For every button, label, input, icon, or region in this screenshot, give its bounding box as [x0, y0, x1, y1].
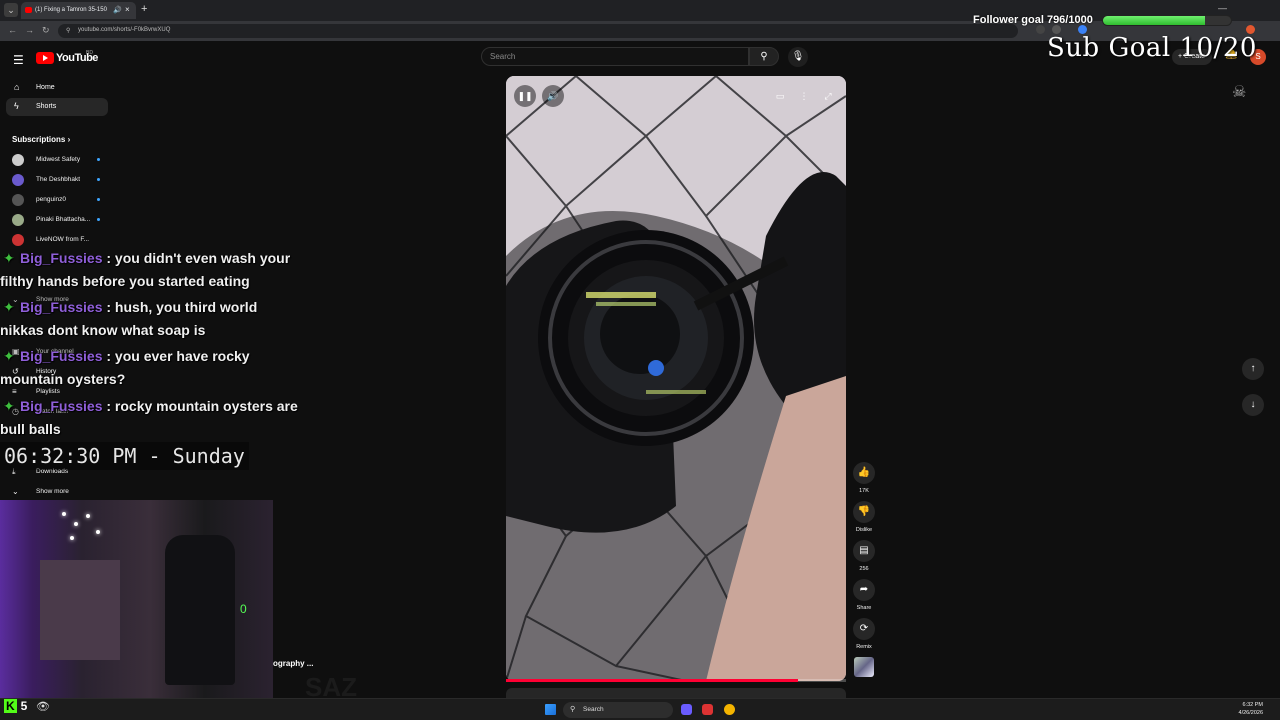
shorts-video-player[interactable]: ❚❚ 🔊 ▭ ⋮ ⤢ [506, 76, 846, 681]
sidebar-item-shorts[interactable]: ϟ Shorts [6, 98, 108, 116]
webcam-feed: 0 [0, 500, 273, 698]
follower-goal-fill [1103, 16, 1205, 25]
browser-tab-active[interactable]: (1) Fixing a Tamron 35-150 🔊 × [21, 2, 136, 19]
back-icon[interactable]: ← [8, 25, 17, 35]
comment-count: 256 [859, 566, 869, 572]
tab-list-button[interactable]: ⌄ [4, 3, 18, 17]
comments-button[interactable]: ▤ 256 [852, 540, 876, 572]
new-tab-button[interactable]: + [141, 3, 147, 15]
viewer-count: K5 [4, 699, 28, 713]
chat-message: ✦ Big_Fussies : you didn't even wash your… [0, 247, 300, 293]
skull-icon: ☠ [1232, 84, 1247, 101]
volume-icon: 🔊 [547, 91, 559, 101]
home-icon: ⌂ [14, 82, 20, 92]
captions-button[interactable]: ▭ [770, 86, 790, 106]
dislike-button[interactable]: 👎 Dislike [852, 501, 876, 533]
follower-goal-text: Follower goal 796/1000 [973, 14, 1093, 26]
stream-clock: 06:32:30 PM - Sunday [0, 442, 249, 470]
video-progress-fill [506, 679, 799, 682]
subscription-item[interactable]: The Deshbhakt [12, 174, 100, 188]
previous-short-button[interactable]: ↑ [1242, 358, 1264, 380]
shorts-icon: ϟ [14, 101, 19, 111]
like-count: 17K [859, 488, 869, 494]
chat-message: ✦ Big_Fussies : you ever have rocky mount… [0, 345, 300, 391]
chrome-icon[interactable] [724, 704, 735, 715]
show-more-you[interactable]: ⌄ Show more [12, 487, 69, 496]
chevron-down-icon: ⌄ [12, 487, 19, 496]
search-button[interactable]: ⚲ [749, 47, 779, 66]
arrow-up-icon: ↑ [1250, 363, 1256, 374]
youtube-logo-icon[interactable] [36, 52, 54, 64]
follower-goal-bar [1102, 15, 1232, 26]
kick-badge-icon: ✦ [3, 250, 15, 266]
pause-icon: ❚❚ [517, 91, 533, 101]
microphone-icon: 🎙 [791, 51, 805, 62]
extension-icon[interactable] [1036, 25, 1045, 34]
minimize-icon[interactable]: — [1218, 3, 1227, 13]
youtube-favicon-icon [25, 7, 32, 13]
share-icon: ➦ [853, 579, 875, 601]
search-icon: ⚲ [760, 51, 768, 62]
menu-icon[interactable]: ☰ [13, 53, 24, 67]
search-input[interactable]: Search [481, 47, 749, 66]
search-icon: ⚲ [570, 706, 576, 713]
kick-badge-icon: ✦ [3, 299, 15, 315]
chat-message: ✦ Big_Fussies : hush, you third world nik… [0, 296, 300, 342]
thumbs-up-icon: 👍 [853, 462, 875, 484]
next-short-preview [506, 688, 846, 698]
sidebar-item-label: Shorts [36, 103, 57, 110]
dislike-label: Dislike [855, 527, 873, 533]
subscription-item[interactable]: penguinz0 [12, 194, 100, 208]
sub-goal-text: Sub Goal 10/20 [1047, 33, 1257, 63]
mute-button[interactable]: 🔊 [542, 85, 564, 107]
chat-message: ✦ Big_Fussies : rocky mountain oysters ar… [0, 395, 300, 441]
captions-icon: ▭ [775, 91, 785, 101]
kick-logo-icon: K [4, 699, 17, 713]
tab-close-icon[interactable]: × [125, 5, 130, 14]
tab-audio-icon[interactable]: 🔊 [113, 6, 122, 14]
sidebar-item-label: Home [36, 84, 55, 91]
app-icon[interactable] [681, 704, 692, 715]
more-vert-icon: ⋮ [799, 91, 809, 101]
share-button[interactable]: ➦ Share [852, 579, 876, 611]
sound-thumbnail[interactable] [854, 657, 874, 677]
windows-start-icon[interactable] [545, 704, 556, 715]
video-progress-bar[interactable] [506, 679, 846, 682]
fullscreen-icon: ⤢ [824, 91, 832, 101]
next-short-button[interactable]: ↓ [1242, 394, 1264, 416]
site-info-icon[interactable]: ⚲ [66, 27, 70, 34]
taskbar-search[interactable]: ⚲ Search [563, 702, 673, 718]
voice-search-button[interactable]: 🎙 [788, 47, 808, 67]
url-text: youtube.com/shorts/-F0kBvrwXUQ [78, 27, 171, 33]
kick-badge-icon: ✦ [3, 348, 15, 364]
eye-icon: 👁 [36, 701, 50, 713]
subscription-item[interactable]: Midwest Safety [12, 154, 100, 168]
more-options-button[interactable]: ⋮ [794, 86, 814, 106]
app-icon[interactable] [702, 704, 713, 715]
remix-label: Remix [856, 644, 872, 650]
taskbar-clock[interactable]: 6:32 PM 4/26/2026 [1229, 701, 1263, 717]
reload-icon[interactable]: ↻ [42, 25, 50, 36]
windows-taskbar: ⚲ Search 6:32 PM 4/26/2026 [0, 698, 1280, 720]
url-field[interactable]: ⚲ youtube.com/shorts/-F0kBvrwXUQ [58, 24, 1018, 38]
webcam-indicator-icon: 0 [240, 602, 247, 616]
remix-button[interactable]: ⟳ Remix [852, 618, 876, 650]
video-frame [506, 76, 846, 681]
thumbs-down-icon: 👎 [853, 501, 875, 523]
fullscreen-button[interactable]: ⤢ [818, 86, 838, 106]
pause-button[interactable]: ❚❚ [514, 85, 536, 107]
remix-icon: ⟳ [853, 618, 875, 640]
subscriptions-heading[interactable]: Subscriptions › [12, 135, 70, 144]
tab-title: (1) Fixing a Tamron 35-150 [35, 7, 107, 13]
country-code: BD [86, 50, 93, 56]
sidebar-item-home[interactable]: ⌂ Home [6, 79, 108, 97]
share-label: Share [856, 605, 872, 611]
forward-icon[interactable]: → [25, 25, 34, 35]
subscription-item[interactable]: Pinaki Bhattacha... [12, 214, 100, 228]
video-title-fragment: ography ... [273, 659, 314, 668]
comment-icon: ▤ [853, 540, 875, 562]
kick-badge-icon: ✦ [3, 398, 15, 414]
arrow-down-icon: ↓ [1250, 399, 1256, 410]
like-button[interactable]: 👍 17K [852, 462, 876, 494]
